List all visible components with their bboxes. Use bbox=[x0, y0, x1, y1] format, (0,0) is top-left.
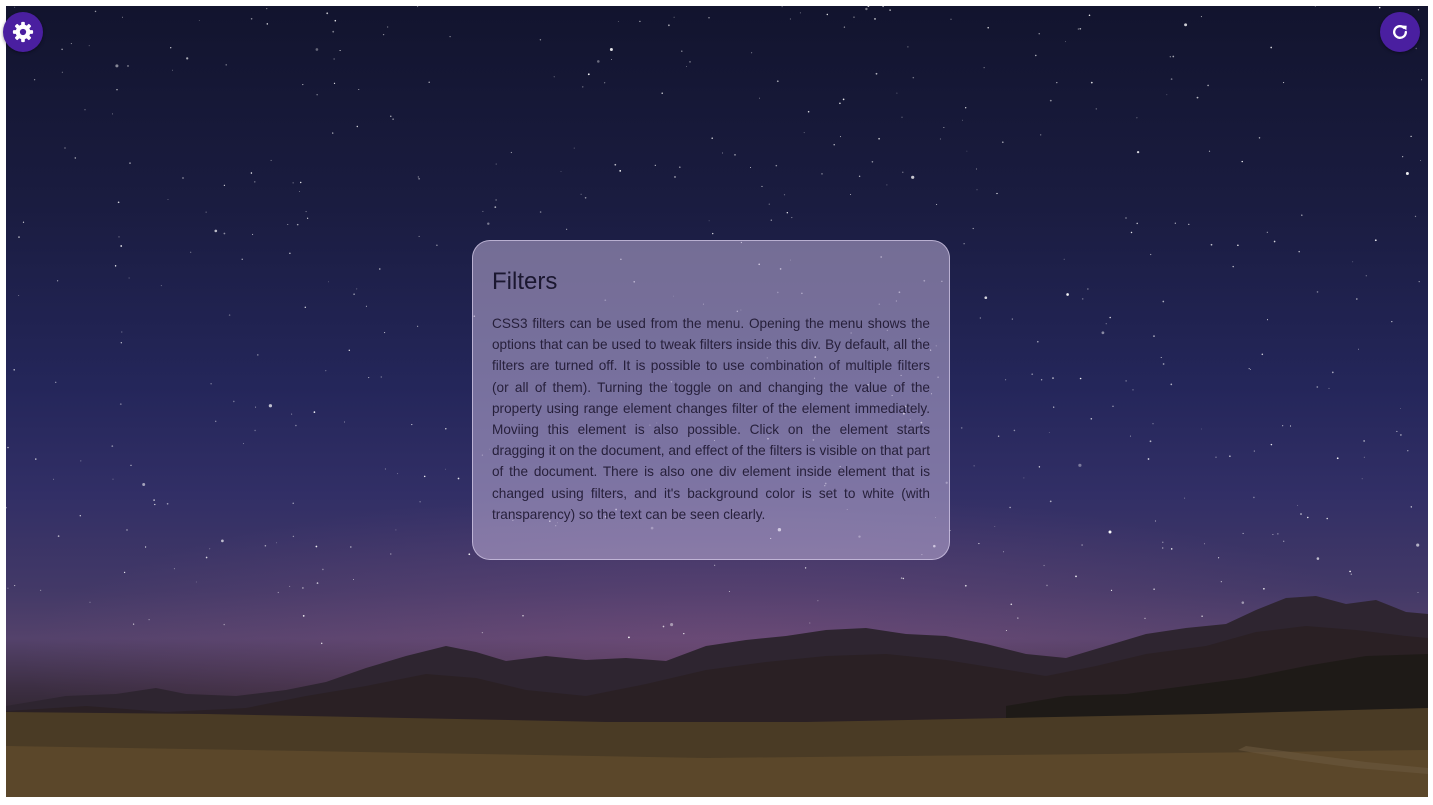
refresh-icon bbox=[1393, 25, 1407, 39]
refresh-button[interactable] bbox=[1380, 12, 1420, 52]
gear-icon bbox=[12, 21, 34, 43]
panel-description: CSS3 filters can be used from the menu. … bbox=[492, 316, 930, 522]
filters-panel[interactable]: Filters CSS3 filters can be used from th… bbox=[472, 240, 950, 560]
panel-title: Filters bbox=[492, 268, 558, 295]
settings-button[interactable] bbox=[3, 12, 43, 52]
